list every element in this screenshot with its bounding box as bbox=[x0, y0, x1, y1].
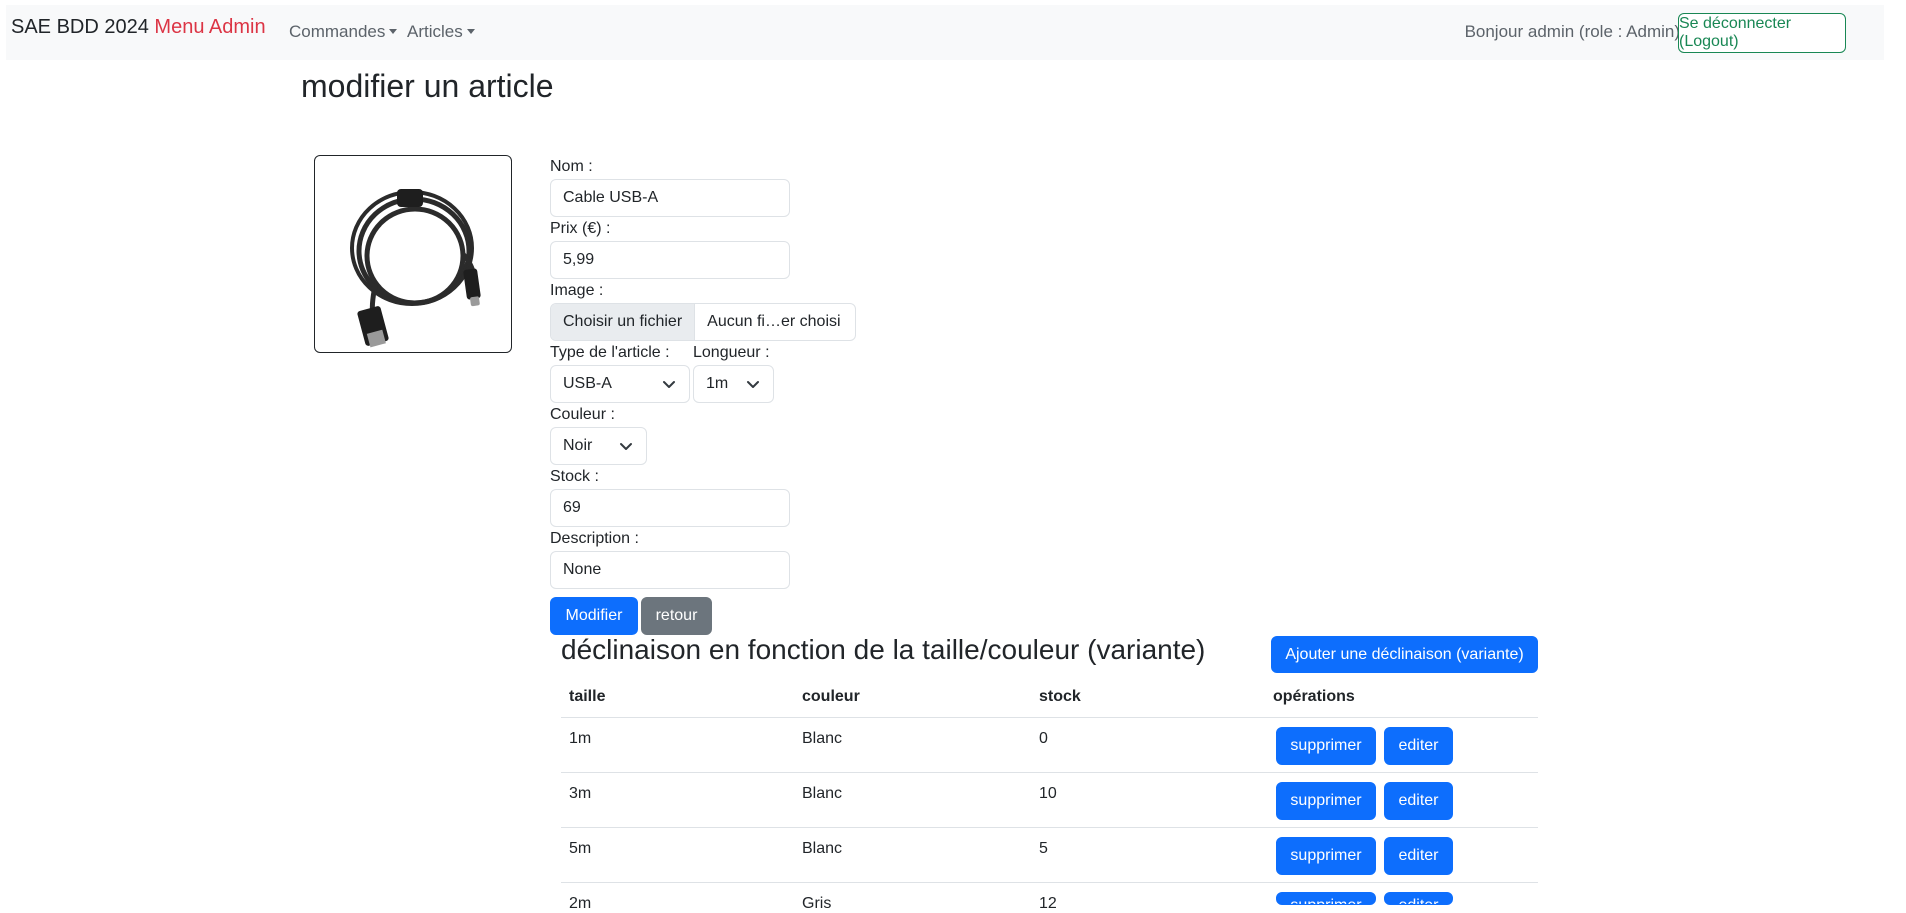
usb-cable-image bbox=[350, 189, 481, 348]
couleur-select[interactable]: Noir bbox=[550, 427, 647, 465]
variants-heading: déclinaison en fonction de la taille/cou… bbox=[561, 634, 1206, 665]
table-cell-stock: 12 bbox=[1039, 895, 1057, 912]
edit-variant-button[interactable]: editer bbox=[1384, 892, 1453, 905]
table-divider bbox=[561, 827, 1538, 828]
chevron-down-icon bbox=[663, 381, 675, 388]
nav-menu-articles[interactable]: Articles bbox=[407, 22, 475, 42]
add-variant-button[interactable]: Ajouter une déclinaison (variante) bbox=[1271, 636, 1538, 673]
table-cell-taille: 3m bbox=[569, 785, 592, 802]
description-label: Description : bbox=[550, 530, 639, 547]
stock-field[interactable]: 69 bbox=[550, 489, 790, 527]
chevron-down-icon bbox=[747, 381, 759, 388]
nav-menu-commandes[interactable]: Commandes bbox=[289, 22, 398, 42]
nom-label: Nom : bbox=[550, 158, 593, 175]
column-header-operations: opérations bbox=[1273, 688, 1355, 705]
prix-field[interactable]: 5,99 bbox=[550, 241, 790, 279]
edit-variant-button[interactable]: editer bbox=[1384, 727, 1453, 765]
longueur-select[interactable]: 1m bbox=[693, 365, 774, 403]
chevron-down-icon bbox=[620, 443, 632, 450]
table-cell-stock: 0 bbox=[1039, 730, 1048, 747]
type-select[interactable]: USB-A bbox=[550, 365, 690, 403]
table-cell-stock: 5 bbox=[1039, 840, 1048, 857]
table-cell-couleur: Blanc bbox=[802, 730, 843, 747]
couleur-select-value: Noir bbox=[563, 437, 593, 454]
longueur-label: Longueur : bbox=[693, 344, 770, 361]
column-header-taille: taille bbox=[569, 688, 606, 705]
table-cell-couleur: Blanc bbox=[802, 840, 843, 857]
delete-variant-button[interactable]: supprimer bbox=[1276, 782, 1376, 820]
table-cell-couleur: Gris bbox=[802, 895, 832, 912]
table-cell-taille: 1m bbox=[569, 730, 592, 747]
retour-button[interactable]: retour bbox=[641, 597, 712, 635]
delete-variant-button[interactable]: supprimer bbox=[1276, 837, 1376, 875]
brand[interactable]: SAE BDD 2024 Menu Admin bbox=[11, 16, 266, 39]
delete-variant-button[interactable]: supprimer bbox=[1276, 892, 1376, 905]
page-title: modifier un article bbox=[301, 68, 554, 104]
caret-down-icon bbox=[389, 29, 398, 34]
brand-menu-admin[interactable]: Menu Admin bbox=[154, 16, 265, 38]
nom-field[interactable]: Cable USB-A bbox=[550, 179, 790, 217]
choose-file-button[interactable]: Choisir un fichier bbox=[551, 304, 696, 340]
brand-text[interactable]: SAE BDD 2024 bbox=[11, 16, 149, 38]
image-file-input[interactable]: Choisir un fichier Aucun fi…er choisi bbox=[550, 303, 856, 341]
image-label: Image : bbox=[550, 282, 604, 299]
type-select-value: USB-A bbox=[563, 375, 612, 392]
logout-button[interactable]: Se déconnecter (Logout) bbox=[1678, 13, 1846, 53]
table-cell-couleur: Blanc bbox=[802, 785, 843, 802]
type-label: Type de l'article : bbox=[550, 344, 670, 361]
caret-down-icon bbox=[466, 29, 475, 34]
edit-variant-button[interactable]: editer bbox=[1384, 782, 1453, 820]
product-image bbox=[314, 155, 512, 353]
table-cell-taille: 2m bbox=[569, 895, 592, 912]
table-divider bbox=[561, 772, 1538, 773]
prix-label: Prix (€) : bbox=[550, 220, 611, 237]
column-header-couleur: couleur bbox=[802, 688, 860, 705]
table-cell-stock: 10 bbox=[1039, 785, 1057, 802]
table-divider bbox=[561, 882, 1538, 883]
greeting: Bonjour admin (role : Admin) bbox=[1464, 22, 1680, 41]
delete-variant-button[interactable]: supprimer bbox=[1276, 727, 1376, 765]
couleur-label: Couleur : bbox=[550, 406, 615, 423]
nav-menu-commandes-label: Commandes bbox=[289, 22, 386, 41]
modifier-button[interactable]: Modifier bbox=[550, 597, 638, 635]
file-status: Aucun fi…er choisi bbox=[707, 313, 841, 330]
nav-menu-articles-label: Articles bbox=[407, 22, 463, 41]
longueur-select-value: 1m bbox=[706, 375, 729, 392]
description-field[interactable]: None bbox=[550, 551, 790, 589]
stock-label: Stock : bbox=[550, 468, 599, 485]
column-header-stock: stock bbox=[1039, 688, 1081, 705]
table-divider bbox=[561, 717, 1538, 718]
table-cell-taille: 5m bbox=[569, 840, 592, 857]
edit-variant-button[interactable]: editer bbox=[1384, 837, 1453, 875]
